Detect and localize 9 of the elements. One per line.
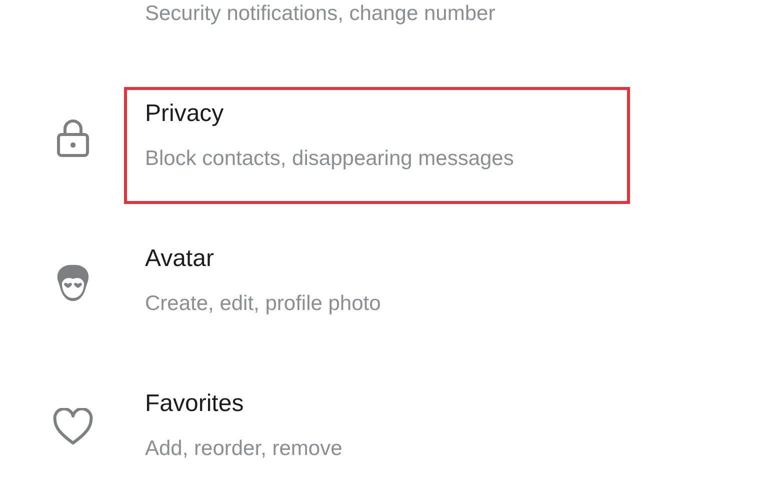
lock-icon bbox=[56, 118, 90, 158]
setting-description: Create, edit, profile photo bbox=[145, 291, 381, 317]
setting-title: Favorites bbox=[145, 390, 245, 418]
setting-description: Add, reorder, remove bbox=[145, 436, 342, 462]
heart-icon bbox=[52, 408, 94, 446]
setting-description: Block contacts, disappearing messages bbox=[145, 146, 514, 172]
setting-title: Avatar bbox=[145, 245, 215, 273]
setting-title: Privacy bbox=[145, 100, 225, 128]
setting-description: Security notifications, change number bbox=[145, 1, 496, 27]
